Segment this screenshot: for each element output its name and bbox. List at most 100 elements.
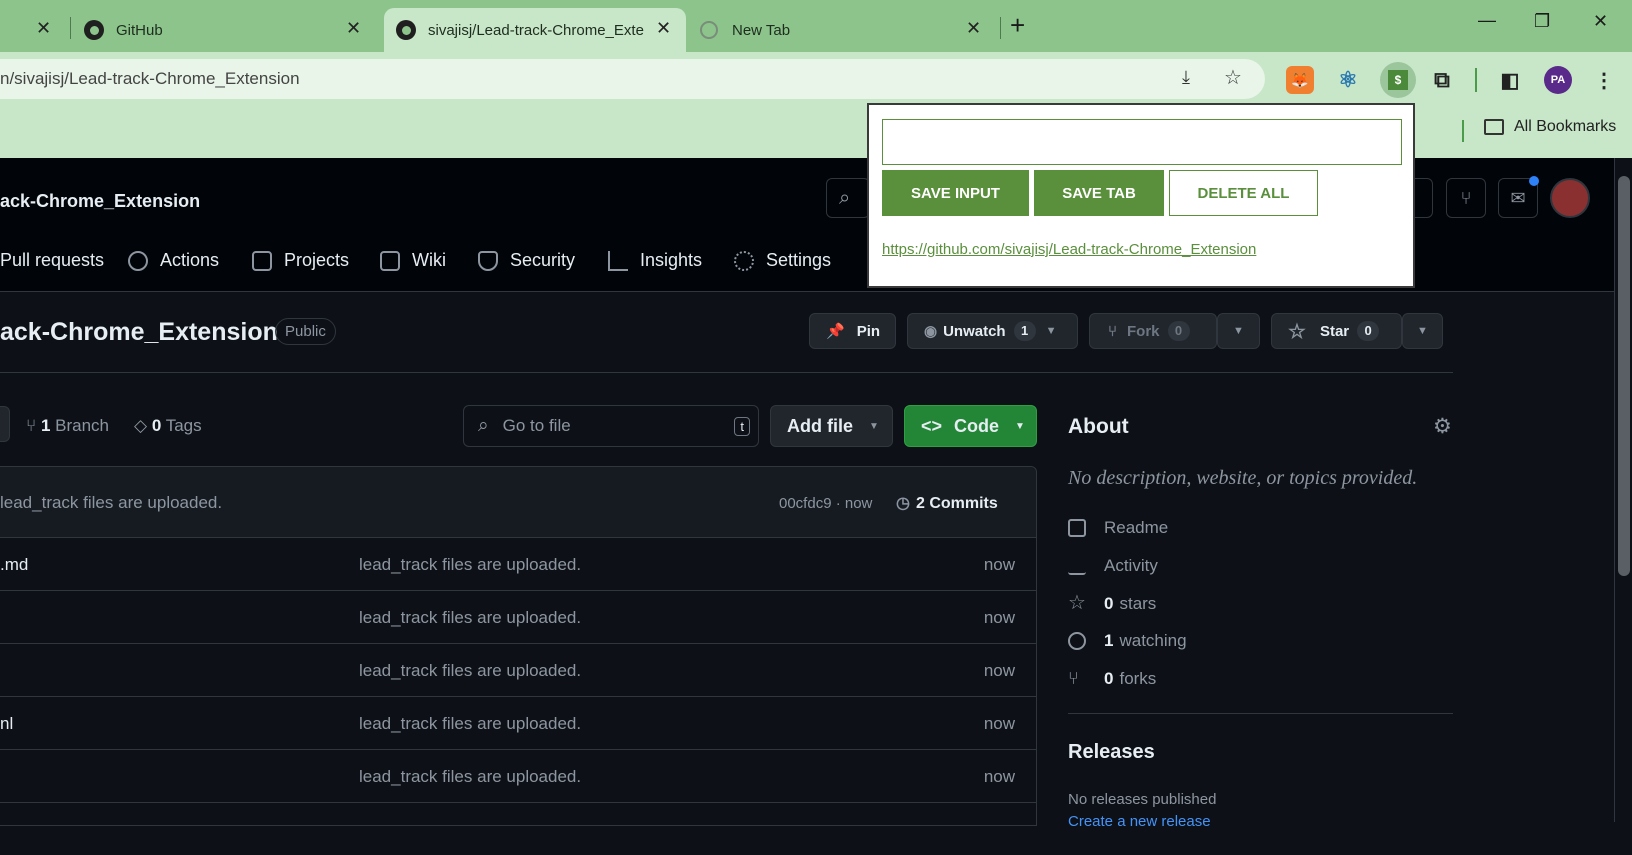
tab-new-tab[interactable]: New Tab ✕ bbox=[700, 8, 990, 52]
file-time: now bbox=[983, 608, 1015, 627]
tab-repo-active[interactable]: sivajisj/Lead-track-Chrome_Exte ✕ bbox=[384, 8, 686, 52]
close-icon[interactable]: ✕ bbox=[656, 18, 671, 39]
gear-icon[interactable]: ⚙ bbox=[1433, 414, 1452, 439]
file-name[interactable]: .md bbox=[0, 555, 28, 575]
activity-label: Activity bbox=[1104, 556, 1158, 575]
close-icon[interactable]: ✕ bbox=[346, 18, 361, 39]
side-panel-icon[interactable]: ◧ bbox=[1496, 66, 1524, 94]
stars-count: 0 bbox=[1104, 594, 1114, 613]
profile-avatar[interactable]: PA bbox=[1544, 66, 1572, 94]
file-commit-message[interactable]: lead_track files are uploaded. bbox=[359, 714, 581, 734]
star-button[interactable]: ☆ Star 0 bbox=[1271, 313, 1402, 349]
bookmark-star-icon[interactable]: ☆ bbox=[1224, 65, 1242, 90]
metamask-extension-icon[interactable]: 🦊 bbox=[1286, 66, 1314, 94]
star-dropdown[interactable]: ▼ bbox=[1402, 313, 1443, 349]
watch-count: 1 bbox=[1013, 321, 1036, 341]
activity-link[interactable]: Activity bbox=[1068, 556, 1158, 576]
tab-actions[interactable]: Actions bbox=[128, 250, 219, 271]
go-to-file-placeholder: Go to file bbox=[502, 416, 571, 435]
scrollbar[interactable] bbox=[1614, 158, 1632, 822]
caret-down-icon: ▼ bbox=[1045, 325, 1057, 337]
restore-icon[interactable]: ❐ bbox=[1534, 11, 1550, 32]
table-row[interactable]: .md lead_track files are uploaded. now bbox=[0, 537, 1036, 590]
install-app-icon[interactable]: ⤓ bbox=[1182, 67, 1190, 88]
fork-count: 0 bbox=[1167, 321, 1190, 341]
latest-commit-message[interactable]: lead_track files are uploaded. bbox=[0, 493, 222, 513]
scrollbar-thumb[interactable] bbox=[1618, 176, 1630, 576]
unwatch-button[interactable]: ◉ Unwatch 1 ▼ bbox=[907, 313, 1078, 349]
table-row[interactable]: nl lead_track files are uploaded. now bbox=[0, 696, 1036, 749]
file-commit-message[interactable]: lead_track files are uploaded. bbox=[359, 555, 581, 575]
file-time: now bbox=[983, 555, 1015, 574]
code-button[interactable]: <> Code ▼ bbox=[904, 405, 1037, 447]
file-commit-message[interactable]: lead_track files are uploaded. bbox=[359, 661, 581, 681]
delete-all-button[interactable]: DELETE ALL bbox=[1169, 170, 1318, 216]
close-icon[interactable]: ✕ bbox=[966, 18, 981, 39]
folder-icon bbox=[1484, 119, 1504, 135]
fork-button[interactable]: ⑂ Fork 0 bbox=[1089, 313, 1217, 349]
stars-link[interactable]: ☆ 0 stars bbox=[1068, 593, 1156, 614]
table-row[interactable]: lead_track files are uploaded. now bbox=[0, 590, 1036, 643]
repo-breadcrumb[interactable]: ack-Chrome_Extension bbox=[0, 191, 200, 212]
tab-insights[interactable]: Insights bbox=[608, 250, 702, 271]
tab-projects[interactable]: Projects bbox=[252, 250, 349, 271]
branches-link[interactable]: ⑂ 1 Branch bbox=[26, 416, 109, 436]
table-row[interactable]: lead_track files are uploaded. now bbox=[0, 643, 1036, 696]
nav-label: Insights bbox=[640, 250, 703, 270]
all-bookmarks-label: All Bookmarks bbox=[1514, 118, 1617, 135]
forks-link[interactable]: ⑂ 0 forks bbox=[1068, 669, 1156, 689]
file-name[interactable]: nl bbox=[0, 714, 13, 734]
tab-github[interactable]: GitHub ✕ bbox=[84, 8, 374, 52]
branch-selector[interactable] bbox=[0, 406, 10, 442]
file-time: now bbox=[983, 661, 1015, 680]
forks-label: forks bbox=[1119, 669, 1157, 688]
saved-lead-link[interactable]: https://github.com/sivajisj/Lead-track-C… bbox=[882, 241, 1256, 258]
branch-label: Branch bbox=[55, 416, 110, 435]
go-to-file-input[interactable]: ⌕ Go to file t bbox=[463, 405, 759, 447]
table-row[interactable] bbox=[0, 802, 1036, 855]
save-input-button[interactable]: SAVE INPUT bbox=[882, 170, 1029, 216]
tab-pull-requests[interactable]: Pull requests bbox=[0, 250, 104, 271]
save-tab-button[interactable]: SAVE TAB bbox=[1034, 170, 1164, 216]
nav-label: Settings bbox=[766, 250, 832, 270]
extensions-puzzle-icon[interactable]: ⧉ bbox=[1428, 66, 1456, 94]
tab-wiki[interactable]: Wiki bbox=[380, 250, 446, 271]
file-list: lead_track files are uploaded. 00cfdc9 ·… bbox=[0, 466, 1037, 826]
lead-tracker-extension-button[interactable]: $ bbox=[1380, 62, 1416, 98]
search-icon[interactable]: ⌕ bbox=[826, 178, 870, 218]
close-icon[interactable]: ✕ bbox=[36, 18, 51, 39]
fork-dropdown[interactable]: ▼ bbox=[1217, 313, 1260, 349]
tab-previous[interactable]: ✕ bbox=[0, 8, 66, 52]
add-file-button[interactable]: Add file ▼ bbox=[770, 405, 893, 447]
add-file-label: Add file bbox=[787, 415, 853, 436]
tab-security[interactable]: Security bbox=[478, 250, 575, 271]
pull-requests-icon[interactable]: ⑂ bbox=[1446, 178, 1486, 218]
about-title: About bbox=[1068, 415, 1129, 438]
tab-label: GitHub bbox=[116, 21, 163, 39]
window-close-icon[interactable]: ✕ bbox=[1593, 11, 1608, 32]
menu-dots-icon[interactable]: ⋮ bbox=[1590, 66, 1618, 94]
all-bookmarks-button[interactable]: All Bookmarks bbox=[1484, 118, 1616, 136]
pin-button[interactable]: 📌 Pin bbox=[809, 313, 896, 349]
tag-icon: ◇ bbox=[134, 416, 148, 435]
file-commit-message[interactable]: lead_track files are uploaded. bbox=[359, 767, 581, 787]
unwatch-label: Unwatch bbox=[943, 322, 1006, 340]
readme-link[interactable]: Readme bbox=[1068, 518, 1168, 538]
file-commit-message[interactable]: lead_track files are uploaded. bbox=[359, 608, 581, 628]
lead-input[interactable] bbox=[882, 119, 1402, 165]
table-row[interactable]: lead_track files are uploaded. now bbox=[0, 749, 1036, 802]
releases-title[interactable]: Releases bbox=[1068, 741, 1155, 764]
minimize-icon[interactable]: — bbox=[1478, 10, 1496, 31]
tags-link[interactable]: ◇ 0 Tags bbox=[134, 416, 202, 436]
react-devtools-icon[interactable]: ⚛ bbox=[1334, 66, 1362, 94]
commits-link[interactable]: ◷ 2 Commits bbox=[896, 493, 998, 513]
omnibox[interactable]: n/sivajisj/Lead-track-Chrome_Extension ⤓… bbox=[0, 59, 1265, 99]
watching-link[interactable]: 1 watching bbox=[1068, 631, 1187, 651]
tab-settings[interactable]: Settings bbox=[734, 250, 831, 271]
new-tab-button[interactable]: + bbox=[1010, 10, 1025, 41]
book-icon bbox=[380, 250, 400, 271]
tab-separator bbox=[1000, 17, 1001, 39]
user-avatar[interactable] bbox=[1550, 178, 1590, 218]
commits-label: 2 Commits bbox=[915, 495, 998, 512]
commit-hash[interactable]: 00cfdc9 · now bbox=[779, 495, 872, 512]
